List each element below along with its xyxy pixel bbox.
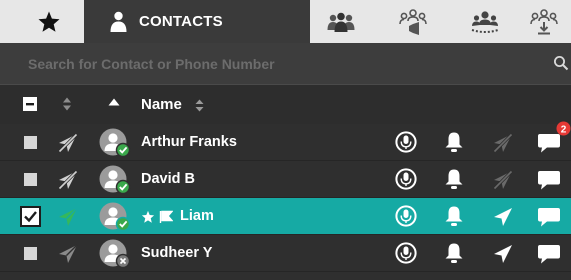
group-icon (327, 12, 355, 32)
location-icon[interactable] (492, 243, 514, 265)
row-checkbox[interactable] (24, 136, 37, 149)
group-conference-icon (471, 10, 499, 33)
search-input[interactable] (0, 43, 551, 85)
tab-contacts[interactable]: CONTACTS (84, 0, 310, 43)
contact-row[interactable]: Sudheer Y (0, 235, 571, 272)
microphone-icon[interactable] (395, 131, 417, 153)
plane-icon[interactable] (57, 206, 79, 228)
star-icon (38, 11, 60, 32)
tab-favorites[interactable] (14, 0, 84, 43)
select-all-checkbox[interactable] (23, 97, 37, 111)
muted-plane-icon[interactable] (57, 132, 79, 154)
muted-location-icon[interactable] (492, 169, 514, 191)
plane-icon[interactable] (57, 243, 79, 265)
tab-conference-groups[interactable] (454, 0, 516, 43)
contact-name: Liam (180, 208, 214, 224)
tab-contacts-label: CONTACTS (139, 13, 223, 30)
chat-icon[interactable] (537, 243, 561, 265)
search-bar (0, 43, 571, 85)
alert-bell-icon[interactable] (444, 168, 464, 190)
avatar (99, 239, 131, 269)
alert-bell-icon[interactable] (444, 205, 464, 227)
alert-bell-icon[interactable] (444, 131, 464, 153)
flag-icon (159, 210, 173, 223)
tab-broadcast-groups[interactable] (372, 0, 454, 43)
chat-icon[interactable] (537, 169, 561, 191)
muted-location-icon[interactable] (492, 132, 514, 154)
avatar (99, 128, 131, 158)
contact-row-selected[interactable]: Liam (0, 198, 571, 235)
row-checkbox-checked[interactable] (20, 206, 41, 227)
contact-name: Sudheer Y (141, 245, 213, 261)
sort-name-icon[interactable] (195, 99, 204, 112)
contact-name: David B (141, 171, 195, 187)
list-header: Name (0, 85, 571, 124)
favorite-star-icon (141, 210, 155, 223)
microphone-icon[interactable] (395, 168, 417, 190)
tab-bar: CONTACTS (0, 0, 571, 43)
alert-bell-icon[interactable] (444, 242, 464, 264)
contact-row-partial (0, 272, 571, 280)
tab-download-groups[interactable] (516, 0, 571, 43)
contact-row[interactable]: Arthur Franks 2 (0, 121, 571, 161)
sort-status-icon[interactable] (62, 97, 72, 111)
avatar (99, 165, 131, 195)
location-icon[interactable] (492, 206, 514, 228)
avatar (99, 202, 131, 232)
contact-row[interactable]: David B (0, 161, 571, 198)
unread-badge-count: 2 (561, 125, 567, 136)
unread-badge: 2 (556, 121, 571, 136)
person-icon (110, 11, 127, 32)
microphone-icon[interactable] (395, 242, 417, 264)
contact-name: Arthur Franks (141, 134, 237, 150)
group-download-icon (529, 8, 558, 34)
name-column-header[interactable]: Name (141, 96, 182, 113)
row-checkbox[interactable] (24, 173, 37, 186)
chat-icon[interactable] (537, 206, 561, 228)
muted-plane-icon[interactable] (57, 169, 79, 191)
tab-groups[interactable] (310, 0, 372, 43)
microphone-icon[interactable] (395, 205, 417, 227)
group-broadcast-icon (399, 8, 427, 35)
row-checkbox[interactable] (24, 247, 37, 260)
sort-ascending-icon[interactable] (108, 98, 120, 106)
search-icon[interactable] (553, 55, 569, 71)
